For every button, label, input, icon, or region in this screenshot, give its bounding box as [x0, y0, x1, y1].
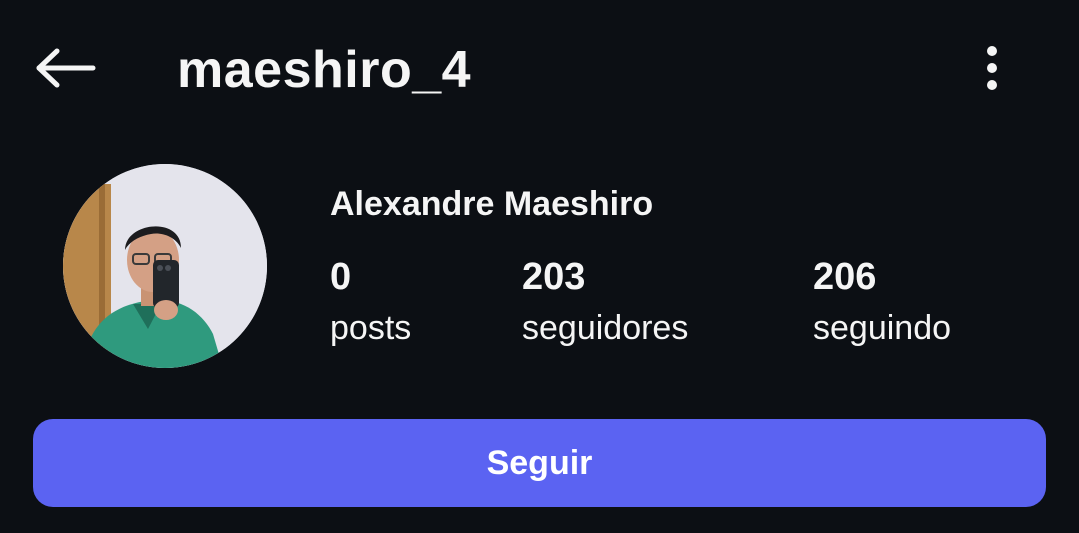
- more-options-button[interactable]: [968, 40, 1016, 96]
- stat-following-count: 206: [813, 256, 877, 298]
- stat-followers-count: 203: [522, 256, 586, 298]
- profile-photo: [63, 164, 267, 368]
- stat-posts-count: 0: [330, 256, 352, 298]
- profile-full-name: Alexandre Maeshiro: [330, 185, 654, 223]
- back-button[interactable]: [30, 40, 100, 96]
- profile-header: maeshiro_4: [0, 0, 1079, 140]
- more-vertical-icon: [987, 46, 997, 90]
- arrow-left-icon: [36, 48, 96, 88]
- avatar[interactable]: [63, 164, 267, 368]
- stat-followers-label: seguidores: [522, 309, 689, 347]
- page-title: maeshiro_4: [177, 41, 472, 99]
- stat-posts-label: posts: [330, 309, 412, 347]
- stat-following[interactable]: 206 seguindo: [813, 254, 951, 350]
- stat-followers[interactable]: 203 seguidores: [522, 254, 688, 350]
- stat-following-label: seguindo: [813, 309, 952, 347]
- follow-button[interactable]: Seguir: [33, 419, 1046, 507]
- stat-posts[interactable]: 0 posts: [330, 254, 411, 350]
